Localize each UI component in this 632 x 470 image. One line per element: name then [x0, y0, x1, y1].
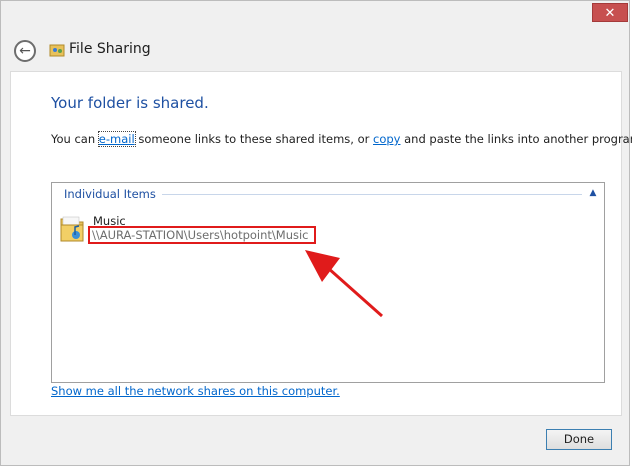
desc-middle: someone links to these shared items, or [134, 132, 374, 146]
desc-prefix: You can [51, 132, 99, 146]
done-button[interactable]: Done [546, 429, 612, 450]
music-folder-icon [60, 216, 84, 242]
close-button[interactable]: ✕ [592, 3, 628, 22]
email-link[interactable]: e-mail [97, 131, 136, 147]
description-text: You can e-mail someone links to these sh… [51, 131, 632, 147]
desc-suffix: and paste the links into another program… [400, 132, 632, 146]
copy-link[interactable]: copy [373, 132, 400, 146]
window-title: File Sharing [69, 41, 151, 57]
network-shares-link[interactable]: Show me all the network shares on this c… [51, 384, 340, 398]
content-panel: Your folder is shared. You can e-mail so… [10, 71, 632, 416]
page-heading: Your folder is shared. [51, 94, 209, 112]
file-sharing-icon [49, 44, 65, 57]
file-sharing-window: ✕ ← File Sharing Your folder is shared. … [0, 0, 632, 466]
shared-items-list: Individual Items ▲ Music \\AURA-STATION\… [51, 182, 605, 383]
collapse-chevron-icon[interactable]: ▲ [586, 186, 600, 200]
item-path-music: \\AURA-STATION\Users\hotpoint\Music [88, 226, 316, 244]
group-header-individual-items[interactable]: Individual Items [64, 187, 162, 201]
group-divider [152, 194, 582, 195]
back-button[interactable]: ← [14, 40, 36, 62]
